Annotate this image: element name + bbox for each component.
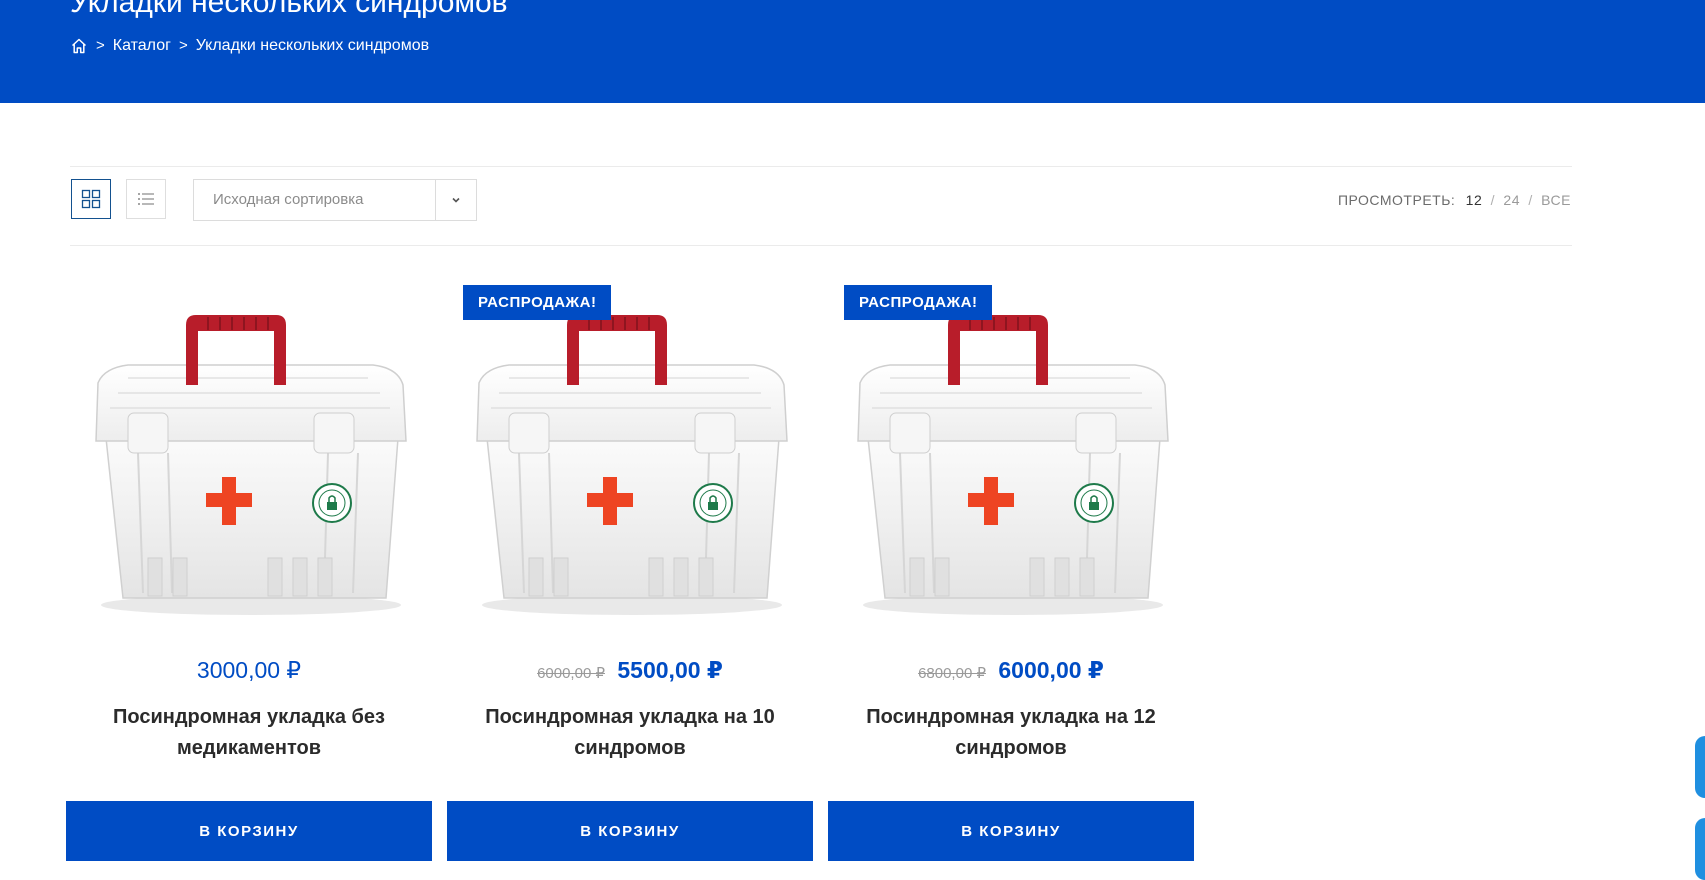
add-to-cart-button[interactable]: В КОРЗИНУ: [66, 801, 432, 861]
product-title[interactable]: Посиндромная укладка на 10 синдромов: [467, 702, 793, 764]
price-row: 6000,00 ₽ 5500,00 ₽: [447, 655, 813, 689]
price-row: 3000,00 ₽: [66, 655, 432, 685]
floating-side-tab[interactable]: [1695, 736, 1705, 798]
page-header: Укладки нескольких синдромов > Каталог >…: [0, 0, 1705, 103]
grid-view-button[interactable]: [71, 179, 111, 219]
per-page-separator: /: [1528, 192, 1533, 208]
add-to-cart-button[interactable]: В КОРЗИНУ: [828, 801, 1194, 861]
product-price: 3000,00 ₽: [196, 657, 302, 683]
price-row: 6800,00 ₽ 6000,00 ₽: [828, 655, 1194, 689]
sort-select-toggle[interactable]: [435, 180, 476, 220]
home-icon[interactable]: [70, 37, 88, 55]
grid-view-icon: [81, 189, 101, 209]
breadcrumb-separator: >: [96, 37, 105, 54]
breadcrumb-catalog-link[interactable]: Каталог: [113, 36, 171, 56]
page-title: Укладки нескольких синдромов: [70, 0, 508, 19]
add-to-cart-button[interactable]: В КОРЗИНУ: [447, 801, 813, 861]
per-page-selector: ПРОСМОТРЕТЬ: 12 / 24 / ВСЕ: [1338, 190, 1571, 210]
product-image[interactable]: [828, 285, 1194, 615]
sale-badge: РАСПРОДАЖА!: [844, 285, 993, 320]
per-page-label: ПРОСМОТРЕТЬ:: [1337, 192, 1456, 208]
product-image[interactable]: [447, 285, 813, 615]
product-price: 6000,00 ₽: [998, 657, 1104, 683]
list-view-icon: [138, 193, 154, 205]
sale-badge: РАСПРОДАЖА!: [463, 285, 612, 320]
product-title[interactable]: Посиндромная укладка на 12 синдромов: [848, 702, 1174, 764]
toolbar-divider-top: [70, 166, 1572, 167]
product-old-price: 6800,00 ₽: [918, 665, 986, 682]
per-page-separator: /: [1490, 192, 1496, 208]
floating-side-tab[interactable]: [1695, 818, 1705, 880]
product-price: 5500,00 ₽: [617, 657, 723, 683]
per-page-option-all[interactable]: ВСЕ: [1541, 192, 1571, 208]
sort-select-value: Исходная сортировка: [213, 191, 364, 208]
per-page-option-12[interactable]: 12: [1466, 192, 1483, 208]
breadcrumb: > Каталог > Укладки нескольких синдромов: [70, 36, 429, 56]
product-title[interactable]: Посиндромная укладка без медикаментов: [86, 702, 412, 764]
list-view-button[interactable]: [126, 179, 166, 219]
per-page-option-24[interactable]: 24: [1503, 192, 1520, 208]
product-image[interactable]: [66, 285, 432, 615]
toolbar-divider-bottom: [70, 245, 1572, 246]
product-old-price: 6000,00 ₽: [537, 665, 605, 682]
chevron-down-icon: [452, 197, 460, 203]
breadcrumb-current: Укладки нескольких синдромов: [195, 37, 430, 54]
breadcrumb-separator: >: [178, 37, 188, 54]
sort-select[interactable]: Исходная сортировка: [193, 179, 477, 221]
